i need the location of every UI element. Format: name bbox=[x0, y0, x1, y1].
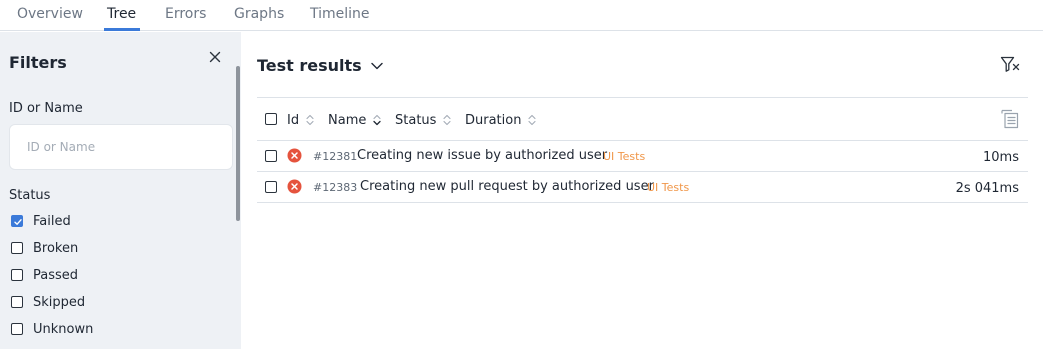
test-results-title: Test results bbox=[257, 56, 362, 75]
column-name-label: Name bbox=[328, 112, 367, 128]
close-icon bbox=[209, 51, 221, 63]
header-divider-top bbox=[257, 97, 1028, 98]
expand-all-icon bbox=[1001, 109, 1019, 129]
status-filter-unknown[interactable]: Unknown bbox=[11, 321, 93, 337]
select-all-checkbox[interactable] bbox=[265, 113, 277, 125]
tab-timeline[interactable]: Timeline bbox=[310, 6, 370, 31]
table-row[interactable]: #12381 Creating new issue by authorized … bbox=[257, 141, 1028, 172]
row-tag: UI Tests bbox=[647, 181, 690, 194]
failed-status-icon bbox=[287, 148, 302, 163]
unknown-checkbox[interactable] bbox=[11, 323, 23, 335]
test-results-dropdown[interactable]: Test results bbox=[257, 56, 383, 75]
passed-checkbox[interactable] bbox=[11, 269, 23, 281]
row-name[interactable]: Creating new issue by authorized user bbox=[357, 148, 607, 163]
status-label: Status bbox=[9, 188, 51, 203]
tab-tree[interactable]: Tree bbox=[103, 6, 141, 31]
check-icon bbox=[14, 219, 22, 225]
column-header-status[interactable]: Status bbox=[395, 112, 451, 128]
id-or-name-input[interactable] bbox=[10, 125, 232, 169]
status-filter-skipped[interactable]: Skipped bbox=[11, 294, 85, 310]
passed-label: Passed bbox=[33, 267, 79, 283]
sort-icon bbox=[306, 114, 314, 126]
column-id-label: Id bbox=[287, 112, 300, 128]
test-results-panel: Test results Id Name Status Duration #12… bbox=[241, 32, 1043, 349]
row-id: #12381 bbox=[313, 150, 358, 163]
status-filter-passed[interactable]: Passed bbox=[11, 267, 78, 283]
skipped-label: Skipped bbox=[33, 294, 86, 310]
broken-checkbox[interactable] bbox=[11, 242, 23, 254]
close-filters-button[interactable] bbox=[207, 49, 223, 65]
filters-title: Filters bbox=[9, 53, 67, 72]
broken-label: Broken bbox=[33, 240, 79, 256]
failed-status-icon bbox=[287, 179, 302, 194]
row-checkbox[interactable] bbox=[265, 181, 277, 193]
sort-desc-icon bbox=[373, 114, 382, 126]
failed-checkbox[interactable] bbox=[11, 215, 23, 227]
chevron-down-icon bbox=[371, 62, 383, 69]
id-or-name-field bbox=[9, 124, 233, 170]
column-header-duration[interactable]: Duration bbox=[465, 112, 537, 128]
column-header-id[interactable]: Id bbox=[287, 112, 314, 128]
skipped-checkbox[interactable] bbox=[11, 296, 23, 308]
id-or-name-label: ID or Name bbox=[9, 101, 83, 116]
table-row[interactable]: #12383 Creating new pull request by auth… bbox=[257, 172, 1028, 203]
row-duration: 2s 041ms bbox=[955, 181, 1019, 196]
row-tag: UI Tests bbox=[603, 150, 646, 163]
filters-sidebar: Filters ID or Name Status Failed Broken … bbox=[0, 32, 241, 349]
row-name[interactable]: Creating new pull request by authorized … bbox=[360, 179, 654, 194]
column-duration-label: Duration bbox=[465, 112, 522, 128]
row-id: #12383 bbox=[313, 181, 358, 194]
status-filter-broken[interactable]: Broken bbox=[11, 240, 78, 256]
status-filter-failed[interactable]: Failed bbox=[11, 213, 71, 229]
expand-all-button[interactable] bbox=[1000, 109, 1020, 129]
row-checkbox[interactable] bbox=[265, 150, 277, 162]
sort-icon bbox=[528, 114, 537, 126]
tab-bar: Overview Tree Errors Graphs Timeline bbox=[0, 0, 1043, 31]
row-duration: 10ms bbox=[983, 150, 1019, 165]
failed-label: Failed bbox=[33, 213, 71, 229]
filter-clear-icon bbox=[1000, 56, 1020, 72]
column-header-name[interactable]: Name bbox=[328, 112, 382, 128]
unknown-label: Unknown bbox=[33, 321, 94, 337]
sidebar-scrollbar[interactable] bbox=[236, 66, 240, 221]
tab-overview[interactable]: Overview bbox=[17, 6, 83, 31]
column-status-label: Status bbox=[395, 112, 437, 128]
clear-filters-button[interactable] bbox=[1000, 55, 1022, 75]
tab-errors[interactable]: Errors bbox=[165, 6, 206, 31]
sort-icon bbox=[443, 114, 451, 126]
tab-graphs[interactable]: Graphs bbox=[234, 6, 284, 31]
